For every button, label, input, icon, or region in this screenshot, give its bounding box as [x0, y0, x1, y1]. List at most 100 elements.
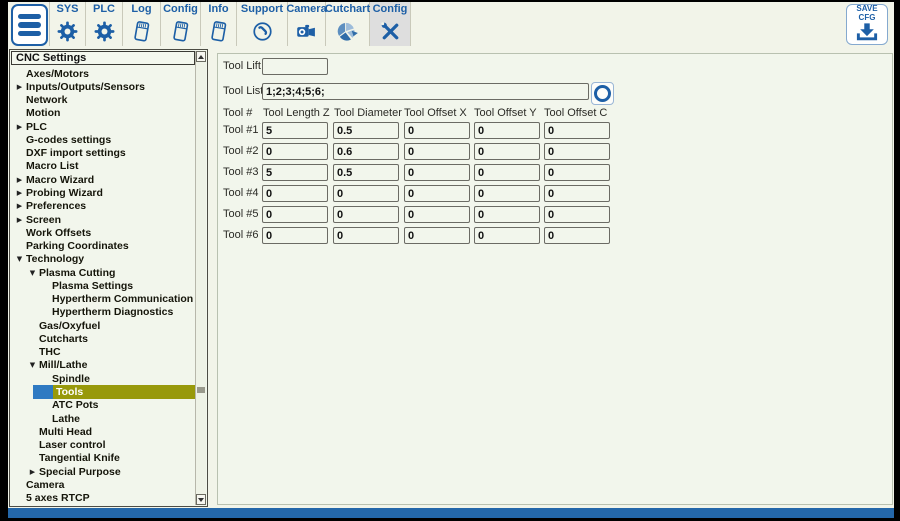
save-cfg-button[interactable]: SAVE CFG — [846, 4, 888, 45]
tree-item[interactable]: ▶ Inputs/Outputs/Sensors — [11, 80, 197, 93]
tool-value-input[interactable] — [262, 206, 328, 223]
tool-value-input[interactable] — [333, 185, 399, 202]
expand-arrow-icon[interactable]: ▶ — [13, 216, 26, 224]
tool-value-input[interactable] — [404, 143, 470, 160]
tree-item[interactable]: ▶ PLC — [11, 120, 197, 133]
tree-item[interactable]: Camera — [11, 478, 197, 491]
tool-value-input[interactable] — [333, 227, 399, 244]
tree-item[interactable]: Tools — [11, 385, 197, 399]
tree-item[interactable]: Gas/Oxyfuel — [11, 319, 197, 332]
tree-item-label: Cutcharts — [39, 332, 89, 345]
toolbar-tab-log-2[interactable]: Log — [123, 2, 161, 46]
tool-value-input[interactable] — [544, 227, 610, 244]
expand-arrow-icon[interactable]: ▶ — [13, 123, 26, 131]
tree-item-label: Plasma Settings — [52, 279, 134, 292]
page-icon — [169, 19, 192, 43]
tool-value-input[interactable] — [404, 185, 470, 202]
tool-value-input[interactable] — [544, 143, 610, 160]
tree-item[interactable]: ▼ Mill/Lathe — [11, 359, 197, 372]
tool-value-input[interactable] — [333, 164, 399, 181]
tool-value-input[interactable] — [262, 122, 328, 139]
tree-item[interactable]: G-codes settings — [11, 133, 197, 146]
tool-value-input[interactable] — [474, 206, 540, 223]
tree-item[interactable]: Parking Coordinates — [11, 239, 197, 252]
tree-item-label: Multi Head — [39, 425, 93, 438]
tool-value-input[interactable] — [333, 122, 399, 139]
tool-value-input[interactable] — [544, 122, 610, 139]
toolbar-tab-plc-1[interactable]: PLC — [86, 2, 123, 46]
tree-item[interactable]: ▼ Plasma Cutting — [11, 266, 197, 279]
tree-item[interactable]: 5 axes RTCP — [11, 492, 197, 505]
tree-item[interactable]: ATC Pots — [11, 399, 197, 412]
tree-item[interactable]: Lathe — [11, 412, 197, 425]
tree-item[interactable]: ▼ Technology — [11, 253, 197, 266]
tree-item[interactable]: Hypertherm Communication — [11, 293, 197, 306]
tool-value-input[interactable] — [262, 227, 328, 244]
tool-value-input[interactable] — [544, 206, 610, 223]
tree-item[interactable]: THC — [11, 346, 197, 359]
tree-item[interactable]: ▶ Macro Wizard — [11, 173, 197, 186]
tool-value-input[interactable] — [262, 185, 328, 202]
tree-item[interactable]: ▶ Screen — [11, 213, 197, 226]
toolbar-items: SYS PLC Log Config Info Support Camera Cutchart… — [49, 2, 411, 46]
tree-item[interactable]: ▶ Special Purpose — [11, 465, 197, 478]
tool-value-input[interactable] — [404, 164, 470, 181]
app-window: SYS PLC Log Config Info Support Camera Cutchart… — [0, 0, 900, 521]
tree-item[interactable]: Axes/Motors — [11, 67, 197, 80]
tool-value-input[interactable] — [474, 185, 540, 202]
tree-item[interactable]: Cutcharts — [11, 332, 197, 345]
scroll-up-button[interactable] — [196, 51, 206, 62]
tool-value-input[interactable] — [262, 164, 328, 181]
collapse-arrow-icon[interactable]: ▼ — [26, 269, 39, 277]
tool-value-input[interactable] — [404, 122, 470, 139]
tree-item[interactable]: Motion — [11, 107, 197, 120]
tree-item[interactable]: Plasma Settings — [11, 279, 197, 292]
toolbar-tab-label: SYS — [56, 3, 79, 15]
main-menu-button[interactable] — [11, 4, 48, 46]
tree-item[interactable]: Multi Head — [11, 425, 197, 438]
tree-item[interactable]: Hypertherm Diagnostics — [11, 306, 197, 319]
tree-item[interactable]: Network — [11, 94, 197, 107]
tree-item[interactable]: ▶ Probing Wizard — [11, 186, 197, 199]
tool-value-input[interactable] — [404, 227, 470, 244]
tool-value-input[interactable] — [474, 143, 540, 160]
pie-icon — [336, 19, 359, 43]
tool-value-input[interactable] — [544, 185, 610, 202]
toolbar-tab-support-5[interactable]: Support — [237, 2, 288, 46]
tree-header[interactable]: CNC Settings — [11, 51, 195, 65]
tool-value-input[interactable] — [544, 164, 610, 181]
expand-arrow-icon[interactable]: ▶ — [13, 189, 26, 197]
tree-item-label: Screen — [26, 213, 62, 226]
tree-item-label: DXF import settings — [26, 147, 126, 160]
settings-tree-panel: CNC Settings Axes/Motors ▶ Inputs/Outputs/… — [9, 49, 208, 507]
scroll-down-button[interactable] — [196, 494, 206, 505]
expand-arrow-icon[interactable]: ▶ — [26, 468, 39, 476]
tree-item[interactable]: Work Offsets — [11, 226, 197, 239]
expand-arrow-icon[interactable]: ▶ — [13, 202, 26, 210]
tree-item[interactable]: Spindle — [11, 372, 197, 385]
toolbar-tab-cutchart-7[interactable]: Cutchart — [325, 2, 370, 46]
tool-value-input[interactable] — [333, 143, 399, 160]
tool-value-input[interactable] — [474, 164, 540, 181]
toolbar-tab-config-3[interactable]: Config — [161, 2, 201, 46]
tool-value-input[interactable] — [333, 206, 399, 223]
collapse-arrow-icon[interactable]: ▼ — [13, 255, 26, 263]
collapse-arrow-icon[interactable]: ▼ — [26, 361, 39, 369]
toolbar-tab-camera-6[interactable]: Camera — [286, 2, 327, 46]
tool-value-input[interactable] — [404, 206, 470, 223]
tree-scrollbar[interactable] — [195, 51, 206, 505]
toolbar-tab-sys-0[interactable]: SYS — [49, 2, 86, 46]
tool-value-input[interactable] — [474, 122, 540, 139]
toolbar-tab-info-4[interactable]: Info — [201, 2, 237, 46]
tree-item[interactable]: Macro List — [11, 160, 197, 173]
tree-item[interactable]: Tangential Knife — [11, 452, 197, 465]
tree-item[interactable]: DXF import settings — [11, 147, 197, 160]
tree-item[interactable]: Laser control — [11, 438, 197, 451]
tool-value-input[interactable] — [262, 143, 328, 160]
tree-item[interactable]: ▶ Preferences — [11, 200, 197, 213]
tool-value-input[interactable] — [474, 227, 540, 244]
toolbar-tab-config-8[interactable]: Config — [370, 2, 411, 46]
scroll-thumb[interactable] — [197, 387, 205, 393]
expand-arrow-icon[interactable]: ▶ — [13, 83, 26, 91]
expand-arrow-icon[interactable]: ▶ — [13, 176, 26, 184]
